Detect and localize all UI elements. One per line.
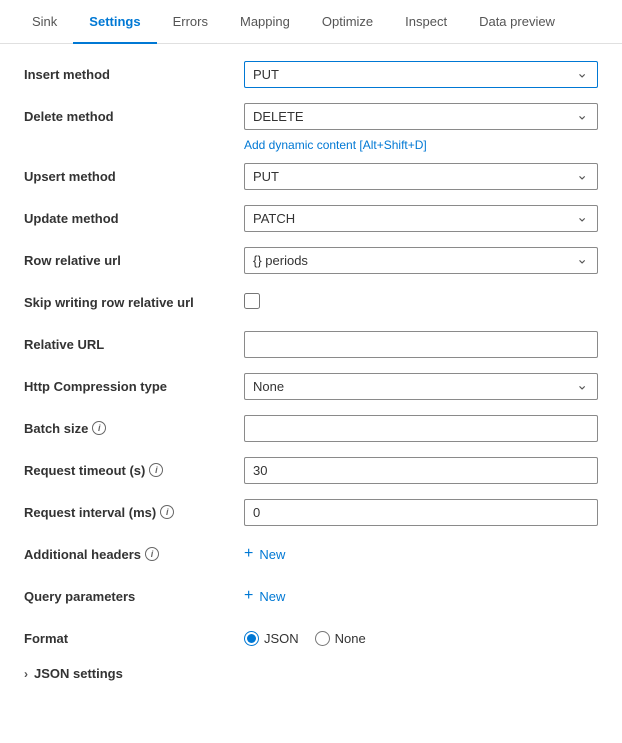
request-interval-row: Request interval (ms) i [24, 498, 598, 526]
update-method-row: Update method PATCH PUT POST DELETE [24, 204, 598, 232]
json-settings-row[interactable]: › JSON settings [24, 666, 598, 681]
format-radio-group: JSON None [244, 631, 598, 646]
batch-size-info-icon[interactable]: i [92, 421, 106, 435]
request-timeout-input[interactable] [244, 457, 598, 484]
row-relative-url-label: Row relative url [24, 253, 244, 268]
format-json-text: JSON [264, 631, 299, 646]
tab-sink[interactable]: Sink [16, 0, 73, 43]
row-relative-url-select-wrapper: {} periods None [244, 247, 598, 274]
delete-method-row: Delete method DELETE PUT POST PATCH [24, 102, 598, 130]
http-compression-control: None GZip Deflate [244, 373, 598, 400]
plus-icon: + [244, 546, 253, 562]
batch-size-row: Batch size i [24, 414, 598, 442]
update-method-select[interactable]: PATCH PUT POST DELETE [244, 205, 598, 232]
http-compression-select-wrapper: None GZip Deflate [244, 373, 598, 400]
http-compression-row: Http Compression type None GZip Deflate [24, 372, 598, 400]
query-parameters-control: + New [244, 584, 598, 608]
additional-headers-row: Additional headers i + New [24, 540, 598, 568]
additional-headers-new-button[interactable]: + New [244, 542, 285, 566]
upsert-method-select-wrapper: PUT POST PATCH DELETE [244, 163, 598, 190]
tab-data-preview[interactable]: Data preview [463, 0, 571, 43]
format-json-label[interactable]: JSON [244, 631, 299, 646]
upsert-method-select[interactable]: PUT POST PATCH DELETE [244, 163, 598, 190]
request-interval-label: Request interval (ms) i [24, 505, 244, 520]
format-none-radio[interactable] [315, 631, 330, 646]
insert-method-label: Insert method [24, 67, 244, 82]
tab-bar: Sink Settings Errors Mapping Optimize In… [0, 0, 622, 44]
chevron-right-icon: › [24, 667, 28, 681]
skip-writing-control [244, 293, 598, 312]
format-row: Format JSON None [24, 624, 598, 652]
request-timeout-row: Request timeout (s) i [24, 456, 598, 484]
upsert-method-control: PUT POST PATCH DELETE [244, 163, 598, 190]
settings-content: Insert method PUT POST PATCH DELETE Dele… [0, 44, 622, 697]
format-none-text: None [335, 631, 366, 646]
query-parameters-row: Query parameters + New [24, 582, 598, 610]
delete-method-select-wrapper: DELETE PUT POST PATCH [244, 103, 598, 130]
format-none-label[interactable]: None [315, 631, 366, 646]
insert-method-select[interactable]: PUT POST PATCH DELETE [244, 61, 598, 88]
update-method-control: PATCH PUT POST DELETE [244, 205, 598, 232]
update-method-select-wrapper: PATCH PUT POST DELETE [244, 205, 598, 232]
upsert-method-label: Upsert method [24, 169, 244, 184]
request-timeout-control [244, 457, 598, 484]
tab-mapping[interactable]: Mapping [224, 0, 306, 43]
additional-headers-info-icon[interactable]: i [145, 547, 159, 561]
additional-headers-control: + New [244, 542, 598, 566]
request-interval-info-icon[interactable]: i [160, 505, 174, 519]
request-interval-control [244, 499, 598, 526]
insert-method-control: PUT POST PATCH DELETE [244, 61, 598, 88]
query-parameters-label: Query parameters [24, 589, 244, 604]
additional-headers-label: Additional headers i [24, 547, 244, 562]
format-json-radio[interactable] [244, 631, 259, 646]
batch-size-label: Batch size i [24, 421, 244, 436]
format-control: JSON None [244, 631, 598, 646]
skip-writing-checkbox[interactable] [244, 293, 260, 309]
batch-size-input[interactable] [244, 415, 598, 442]
tab-errors[interactable]: Errors [157, 0, 224, 43]
delete-method-select[interactable]: DELETE PUT POST PATCH [244, 103, 598, 130]
request-timeout-label: Request timeout (s) i [24, 463, 244, 478]
row-relative-url-row: Row relative url {} periods None [24, 246, 598, 274]
row-relative-url-control: {} periods None [244, 247, 598, 274]
insert-method-select-wrapper: PUT POST PATCH DELETE [244, 61, 598, 88]
insert-method-row: Insert method PUT POST PATCH DELETE [24, 60, 598, 88]
skip-writing-label: Skip writing row relative url [24, 295, 244, 310]
json-settings-label: JSON settings [34, 666, 123, 681]
relative-url-input[interactable] [244, 331, 598, 358]
relative-url-control [244, 331, 598, 358]
tab-optimize[interactable]: Optimize [306, 0, 389, 43]
http-compression-select[interactable]: None GZip Deflate [244, 373, 598, 400]
relative-url-label: Relative URL [24, 337, 244, 352]
dynamic-content-link[interactable]: Add dynamic content [Alt+Shift+D] [244, 138, 598, 152]
skip-writing-row: Skip writing row relative url [24, 288, 598, 316]
update-method-label: Update method [24, 211, 244, 226]
format-label: Format [24, 631, 244, 646]
query-parameters-new-button[interactable]: + New [244, 584, 285, 608]
delete-method-label: Delete method [24, 109, 244, 124]
tab-settings[interactable]: Settings [73, 0, 156, 43]
tab-inspect[interactable]: Inspect [389, 0, 463, 43]
plus-icon-2: + [244, 588, 253, 604]
delete-method-control: DELETE PUT POST PATCH [244, 103, 598, 130]
relative-url-row: Relative URL [24, 330, 598, 358]
row-relative-url-select[interactable]: {} periods None [244, 247, 598, 274]
http-compression-label: Http Compression type [24, 379, 244, 394]
request-interval-input[interactable] [244, 499, 598, 526]
request-timeout-info-icon[interactable]: i [149, 463, 163, 477]
upsert-method-row: Upsert method PUT POST PATCH DELETE [24, 162, 598, 190]
batch-size-control [244, 415, 598, 442]
